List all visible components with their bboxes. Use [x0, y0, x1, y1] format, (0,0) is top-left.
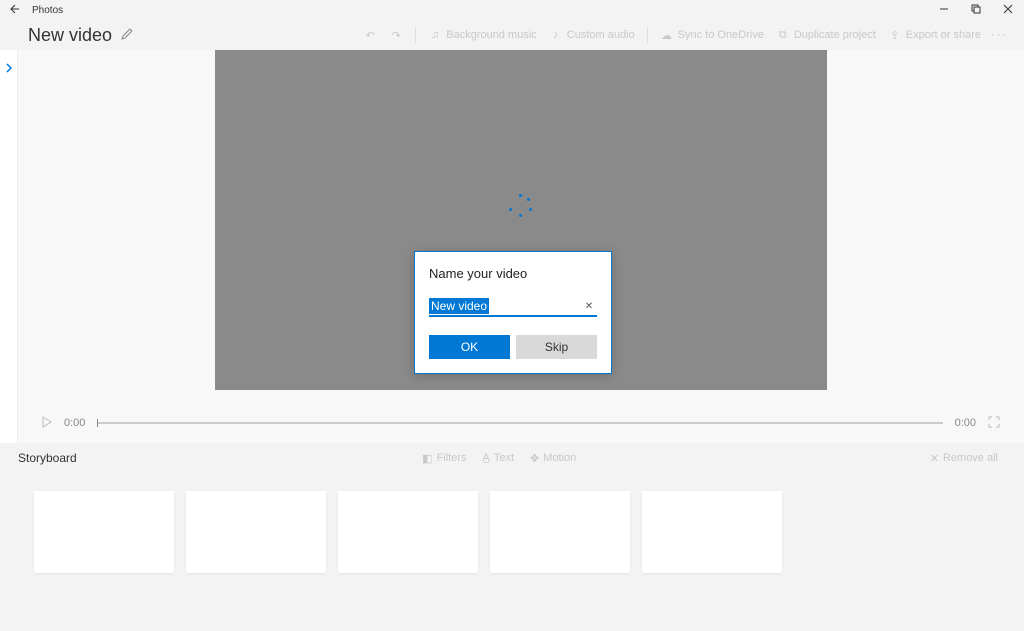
storyboard-title: Storyboard [18, 451, 77, 465]
bg-music-label: Background music [446, 29, 537, 41]
name-video-dialog: Name your video New video ✕ OK Skip [414, 251, 612, 374]
play-icon [42, 416, 52, 428]
chevron-right-icon [5, 62, 13, 74]
maximize-icon [971, 4, 981, 14]
text-label: Text [494, 452, 514, 464]
project-title: New video [28, 25, 112, 46]
duplicate-label: Duplicate project [794, 29, 876, 41]
project-title-group: New video [28, 25, 134, 46]
transport-bar: 0:00 0:00 [18, 403, 1024, 443]
storyboard-slot[interactable] [642, 491, 782, 573]
clear-input-button[interactable]: ✕ [581, 301, 597, 312]
back-button[interactable] [0, 3, 28, 18]
filters-button[interactable]: ◧ Filters [414, 452, 474, 465]
storyboard-slot[interactable] [490, 491, 630, 573]
redo-icon: ↷ [389, 29, 403, 42]
skip-button[interactable]: Skip [516, 335, 597, 359]
storyboard-slot[interactable] [338, 491, 478, 573]
titlebar: Photos [0, 0, 1024, 20]
expand-sidebar-button[interactable] [5, 62, 13, 77]
fullscreen-button[interactable] [988, 416, 1000, 431]
window-controls [928, 4, 1024, 17]
loading-spinner-icon [509, 194, 533, 218]
custom-audio-button[interactable]: ♪ Custom audio [543, 25, 641, 45]
music-icon: ♫ [428, 29, 442, 41]
more-button[interactable]: ··· [987, 29, 1012, 41]
audio-icon: ♪ [549, 29, 563, 41]
back-arrow-icon [8, 3, 20, 15]
command-bar: New video ↶ ↷ ♫ Background music ♪ Custo… [0, 20, 1024, 50]
remove-all-label: Remove all [943, 452, 998, 464]
custom-audio-label: Custom audio [567, 29, 635, 41]
remove-all-button[interactable]: ✕ Remove all [922, 452, 1006, 465]
ok-button[interactable]: OK [429, 335, 510, 359]
export-label: Export or share [906, 29, 981, 41]
storyboard-slot[interactable] [34, 491, 174, 573]
background-music-button[interactable]: ♫ Background music [422, 25, 543, 45]
play-button[interactable] [42, 416, 52, 431]
edit-title-button[interactable] [120, 25, 134, 46]
copy-icon: ⧉ [776, 29, 790, 42]
sync-label: Sync to OneDrive [678, 29, 764, 41]
dialog-title: Name your video [429, 266, 597, 281]
timeline-track[interactable] [97, 422, 942, 424]
share-icon: ⇪ [888, 29, 902, 42]
export-button[interactable]: ⇪ Export or share [882, 25, 987, 46]
app-name: Photos [28, 5, 63, 16]
storyboard-bar: Storyboard ◧ Filters A̲ Text ✥ Motion ✕ … [0, 443, 1024, 473]
pencil-icon [120, 27, 134, 41]
minimize-button[interactable] [928, 4, 960, 17]
video-name-field: New video ✕ [429, 297, 597, 317]
time-total: 0:00 [955, 417, 976, 429]
dialog-buttons: OK Skip [429, 335, 597, 359]
video-name-input[interactable]: New video [429, 298, 489, 314]
sync-button[interactable]: ☁ Sync to OneDrive [654, 25, 770, 46]
close-button[interactable] [992, 4, 1024, 17]
preview-area: 0:00 0:00 [18, 50, 1024, 443]
undo-button[interactable]: ↶ [357, 25, 383, 46]
divider [647, 27, 648, 43]
minimize-icon [939, 4, 949, 14]
close-icon [1003, 4, 1013, 14]
cloud-icon: ☁ [660, 29, 674, 42]
project-library-sidebar [0, 50, 18, 443]
text-icon: A̲ [483, 452, 490, 464]
storyboard-slot[interactable] [186, 491, 326, 573]
text-button[interactable]: A̲ Text [475, 452, 523, 464]
duplicate-button[interactable]: ⧉ Duplicate project [770, 25, 882, 46]
fullscreen-icon [988, 416, 1000, 428]
remove-icon: ✕ [930, 452, 939, 465]
redo-button[interactable]: ↷ [383, 25, 409, 46]
filters-icon: ◧ [422, 452, 432, 465]
undo-icon: ↶ [363, 29, 377, 42]
storyboard-strip [0, 473, 1024, 613]
time-current: 0:00 [64, 417, 85, 429]
motion-button[interactable]: ✥ Motion [522, 452, 584, 465]
filters-label: Filters [437, 452, 467, 464]
workspace: 0:00 0:00 [0, 50, 1024, 443]
motion-label: Motion [543, 452, 576, 464]
divider [415, 27, 416, 43]
motion-icon: ✥ [530, 452, 539, 465]
maximize-button[interactable] [960, 4, 992, 17]
